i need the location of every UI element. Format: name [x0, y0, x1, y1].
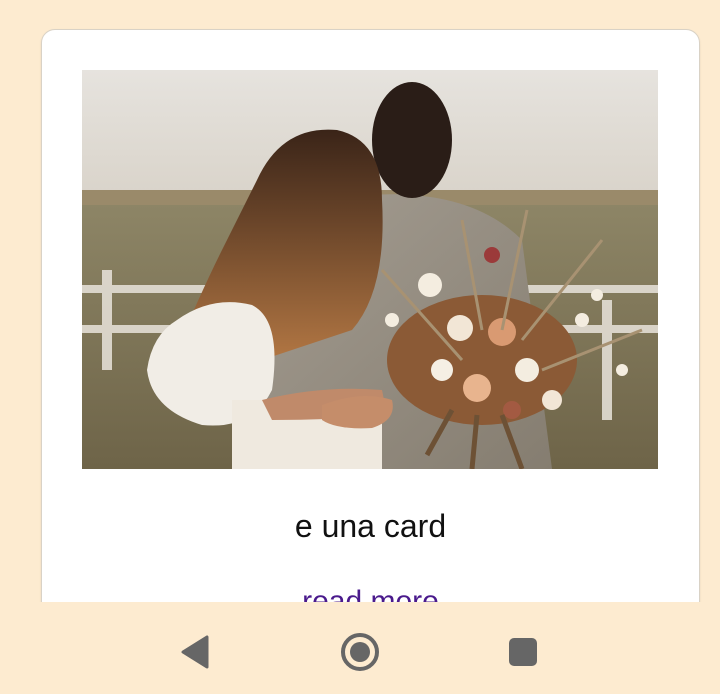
home-button[interactable] [338, 630, 382, 674]
card-title: e una card [294, 508, 447, 544]
recents-square-icon [509, 638, 537, 666]
read-more-link[interactable]: read more [42, 585, 699, 602]
system-nav-bar [0, 602, 720, 694]
wedding-photo [82, 70, 658, 469]
recents-button[interactable] [501, 630, 545, 674]
back-triangle-icon [181, 635, 209, 669]
app-screen: e una card read more [0, 0, 720, 694]
card-image [82, 70, 658, 469]
back-button[interactable] [173, 630, 217, 674]
content-card: e una card read more [41, 29, 700, 602]
home-circle-icon [341, 633, 379, 671]
scroll-viewport[interactable]: e una card read more [0, 0, 720, 602]
